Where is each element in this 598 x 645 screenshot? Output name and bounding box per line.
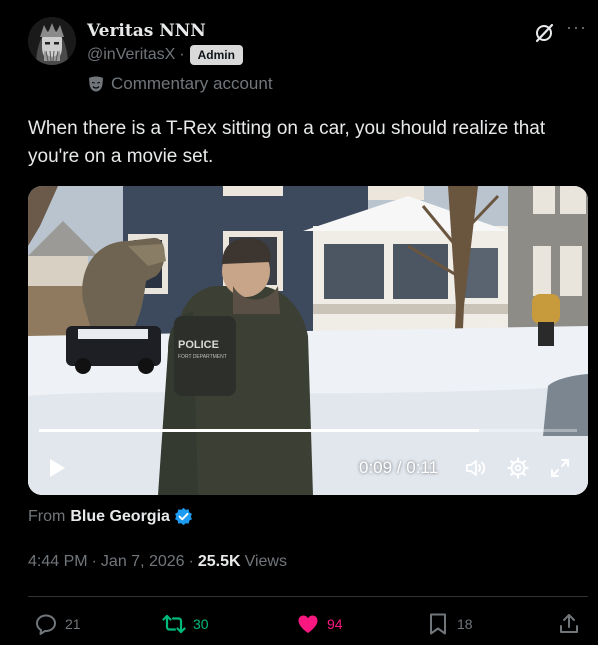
share-icon [560, 614, 578, 633]
source-prefix: From [28, 507, 66, 525]
share-button[interactable] [557, 612, 588, 636]
video-time: 0:09 / 0:11 [359, 458, 439, 477]
video-progress-bar[interactable] [39, 429, 577, 432]
author-handle-row: @inVeritasX · Admin [87, 45, 243, 65]
reply-icon [36, 614, 56, 635]
volume-icon[interactable] [464, 457, 486, 479]
reply-button[interactable]: 21 [34, 612, 81, 636]
repost-button[interactable]: 30 [162, 612, 209, 636]
tweet-date[interactable]: Jan 7, 2026 [101, 553, 185, 571]
admin-badge: Admin [189, 45, 243, 65]
author-handle[interactable]: @inVeritasX [87, 46, 175, 64]
tweet-text: When there is a T-Rex sitting on a car, … [28, 118, 546, 167]
tweet-meta: 4:44 PM · Jan 7, 2026 · 25.5K Views [28, 553, 287, 571]
play-icon[interactable] [46, 457, 68, 479]
video-player[interactable]: POLICE FORT DEPARTMENT 0:09 / 0:11 [28, 186, 588, 495]
tweet-time[interactable]: 4:44 PM [28, 553, 88, 571]
reply-count: 21 [65, 616, 81, 632]
more-icon[interactable]: ··· [566, 18, 586, 40]
grok-icon[interactable] [533, 22, 555, 44]
handle-separator: · [179, 46, 185, 63]
like-count: 94 [327, 616, 343, 632]
repost-count: 30 [193, 616, 209, 632]
vest-label: POLICE [178, 339, 219, 351]
tweet-card: Veritas NNN @inVeritasX · Admin Commenta… [0, 0, 598, 645]
video-source-row: From Blue Georgia [28, 507, 193, 526]
video-frame: POLICE FORT DEPARTMENT [28, 186, 588, 495]
bookmark-button[interactable]: 18 [426, 612, 473, 636]
repost-icon [162, 614, 186, 634]
author-display-name[interactable]: Veritas NNN [87, 21, 206, 41]
affiliation-row: Commentary account [87, 74, 273, 94]
fullscreen-icon[interactable] [549, 457, 571, 479]
affiliation-label: Commentary account [111, 74, 273, 93]
views-count: 25.5K [197, 553, 241, 570]
avatar-image [28, 17, 76, 65]
divider [28, 596, 588, 597]
mask-icon [89, 76, 103, 92]
meta-separator: · [91, 553, 97, 570]
avatar[interactable] [28, 17, 76, 65]
bookmark-count: 18 [457, 616, 473, 632]
vest-sublabel: FORT DEPARTMENT [178, 354, 227, 360]
verified-icon [174, 507, 192, 526]
views-label: Views [244, 553, 287, 570]
video-progress-fill [39, 429, 480, 432]
meta-separator: · [188, 553, 194, 570]
bookmark-icon [430, 613, 446, 635]
settings-icon[interactable] [507, 457, 529, 479]
like-button[interactable]: 94 [296, 612, 343, 636]
source-name[interactable]: Blue Georgia [70, 508, 170, 526]
heart-icon [298, 615, 318, 633]
